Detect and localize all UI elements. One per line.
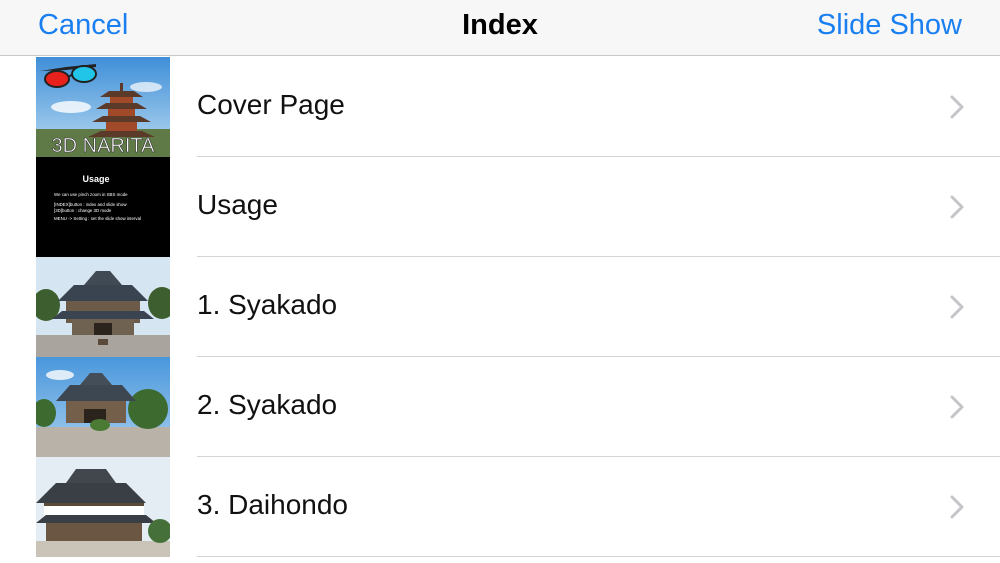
usage-thumbnail: Usage We can use pinch zoom in SBS mode … (36, 157, 170, 257)
list-item-syakado-1[interactable]: 1. Syakado (0, 257, 1000, 357)
chevron-right-icon (950, 195, 964, 219)
chevron-right-icon (950, 95, 964, 119)
list-item-usage[interactable]: Usage We can use pinch zoom in SBS mode … (0, 157, 1000, 257)
syakado-1-thumbnail (36, 257, 170, 357)
list-item-label: 2. Syakado (197, 389, 338, 420)
list-item-cover-page[interactable]: 3D NARITA Cover Page (0, 57, 1000, 157)
svg-text:[INDEX]button : index and slid: [INDEX]button : index and slide show (54, 202, 127, 207)
chevron-right-icon (950, 295, 964, 319)
navigation-bar: Cancel Index Slide Show (0, 0, 1000, 56)
slide-show-button[interactable]: Slide Show (817, 9, 962, 42)
index-list: 3D NARITA Cover Page Usage We can use pi… (0, 57, 1000, 557)
svg-text:We can use pinch zoom in SBS m: We can use pinch zoom in SBS mode (54, 192, 128, 197)
chevron-right-icon (950, 395, 964, 419)
svg-text:Usage: Usage (82, 174, 109, 184)
svg-text:[3D]button : change 3D mode: [3D]button : change 3D mode (54, 208, 112, 213)
daihondo-3-thumbnail (36, 457, 170, 557)
syakado-2-thumbnail (36, 357, 170, 457)
list-item-label: Cover Page (197, 89, 345, 120)
row-separator (197, 556, 1000, 557)
svg-text:MENU -> Setting : set the slid: MENU -> Setting : set the slide show int… (54, 216, 141, 221)
list-item-syakado-2[interactable]: 2. Syakado (0, 357, 1000, 457)
chevron-right-icon (950, 495, 964, 519)
cover-thumbnail: 3D NARITA (36, 57, 170, 157)
list-item-label: Usage (197, 189, 278, 220)
list-item-label: 1. Syakado (197, 289, 338, 320)
list-item-daihondo-3[interactable]: 3. Daihondo (0, 457, 1000, 557)
list-item-label: 3. Daihondo (197, 489, 349, 520)
cover-thumb-title: 3D NARITA (52, 135, 156, 157)
